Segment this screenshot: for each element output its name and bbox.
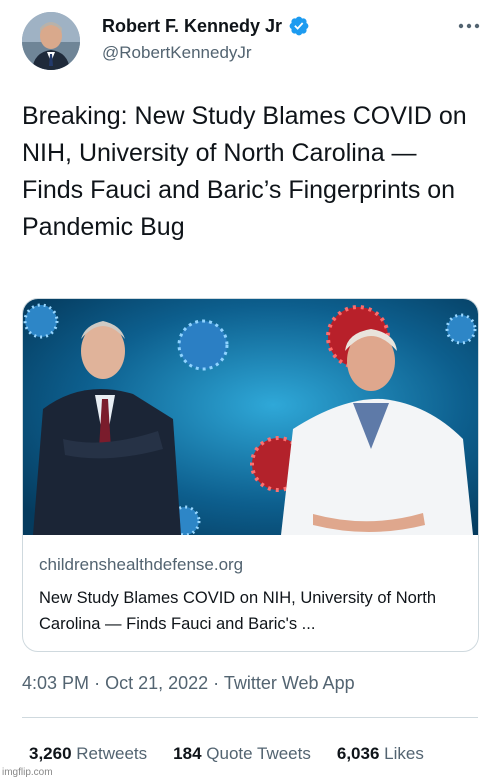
likes-count: 6,036 xyxy=(336,744,380,763)
more-dots-icon xyxy=(458,23,480,29)
likes-label: Likes xyxy=(384,744,424,763)
likes-stat[interactable]: 6,036 Likes xyxy=(337,744,424,764)
author-name[interactable]: Robert F. Kennedy Jr xyxy=(102,16,282,37)
verified-badge-icon xyxy=(289,16,309,36)
author-name-row[interactable]: Robert F. Kennedy Jr xyxy=(102,15,310,37)
card-title[interactable]: New Study Blames COVID on NIH, Universit… xyxy=(39,585,462,637)
retweets-count: 3,260 xyxy=(29,744,72,763)
more-options-button[interactable] xyxy=(458,18,480,29)
tweet-date[interactable]: Oct 21, 2022 xyxy=(105,673,208,693)
tweet-source[interactable]: Twitter Web App xyxy=(224,673,355,693)
avatar-image xyxy=(22,12,80,70)
separator-dot: · xyxy=(94,673,101,693)
divider xyxy=(22,717,478,718)
virus-blue-2 xyxy=(23,303,59,339)
card-image[interactable] xyxy=(23,299,478,535)
retweets-label: Retweets xyxy=(76,744,148,763)
separator-dot: · xyxy=(213,673,220,693)
card-domain: childrenshealthdefense.org xyxy=(39,555,244,574)
tweet-timestamp[interactable]: 4:03 PM · Oct 21, 2022 · Twitter Web App xyxy=(22,673,355,694)
virus-blue-3 xyxy=(445,313,477,345)
quote-tweets-label: Quote Tweets xyxy=(206,744,311,763)
engagement-stats: 3,260 Retweets 184 Quote Tweets 6,036 Li… xyxy=(29,744,424,764)
quote-tweets-stat[interactable]: 184 Quote Tweets xyxy=(173,744,311,764)
avatar[interactable] xyxy=(22,12,80,70)
tweet-text: Breaking: New Study Blames COVID on NIH,… xyxy=(22,102,467,241)
quote-tweets-count: 184 xyxy=(173,744,202,763)
virus-blue-1 xyxy=(177,319,229,371)
author-handle[interactable]: @RobertKennedyJr xyxy=(102,43,252,63)
watermark: imgflip.com xyxy=(2,767,53,778)
retweets-stat[interactable]: 3,260 Retweets xyxy=(29,744,147,764)
tweet-time[interactable]: 4:03 PM xyxy=(22,673,89,693)
link-preview-card[interactable]: childrenshealthdefense.org New Study Bla… xyxy=(22,298,479,652)
